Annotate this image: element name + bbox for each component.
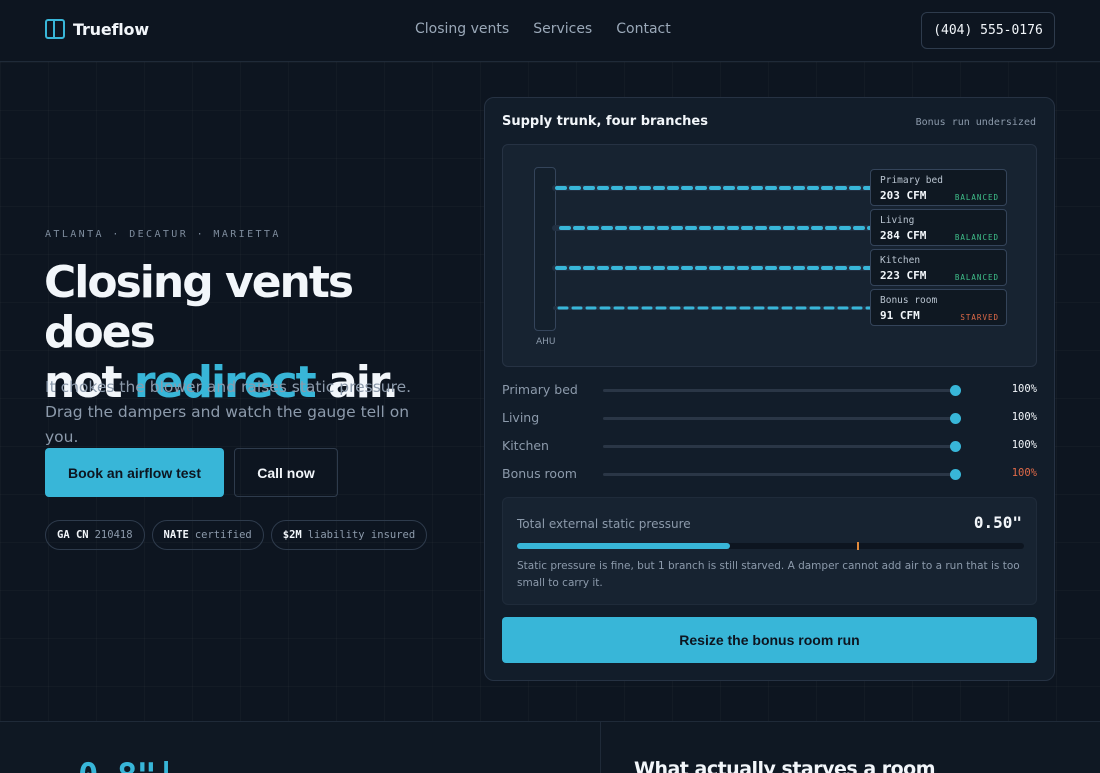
badge-nate: NATE certified (151, 520, 264, 550)
branch-cfm: 223 CFM (880, 269, 927, 282)
book-airflow-test-button[interactable]: Book an airflow test (45, 448, 224, 497)
damper-value: 100% (1011, 439, 1037, 451)
damper-value: 100% (1011, 411, 1037, 423)
panel-title: Supply trunk, four branches (502, 114, 708, 129)
slider-thumb[interactable] (950, 441, 961, 452)
damper-row-primary-bed: Primary bed 100% (502, 378, 1037, 406)
slider-thumb[interactable] (950, 385, 961, 396)
branch-card-living: Living 284 CFM BALANCED (870, 209, 1007, 246)
pressure-note: Static pressure is fine, but 1 branch is… (517, 560, 1020, 589)
branch-cfm: 91 CFM (880, 309, 920, 322)
badge-insurance: $2M liability insured (270, 520, 428, 550)
branch-name: Bonus room (880, 295, 938, 306)
branch-state: BALANCED (954, 273, 999, 282)
damper-slider-living[interactable] (603, 413, 961, 424)
next-section-preview: 0.8"| What actually starves a room (0, 721, 1100, 773)
damper-slider-bonus-room[interactable] (603, 469, 961, 480)
section-divider (600, 722, 601, 773)
badge-license: GA CN 210418 (45, 520, 145, 550)
top-nav: Trueflow Closing vents Services Contact … (0, 0, 1100, 62)
badge-insurance-value: liability insured (307, 529, 416, 541)
branch-state: BALANCED (954, 193, 999, 202)
call-now-button[interactable]: Call now (234, 448, 338, 497)
badge-nate-value: certified (194, 529, 252, 541)
credential-badges: GA CN 210418 NATE certified $2M liabilit… (45, 520, 428, 550)
damper-label: Kitchen (502, 438, 549, 453)
brand-name: Trueflow (73, 19, 149, 39)
pressure-limit-marker (856, 542, 859, 550)
branch-card-kitchen: Kitchen 223 CFM BALANCED (870, 249, 1007, 286)
branch-name: Living (880, 215, 915, 226)
branch-cfm: 284 CFM (880, 229, 927, 242)
brand-logo[interactable]: Trueflow (45, 19, 149, 39)
nav-link-services[interactable]: Services (533, 21, 592, 37)
damper-label: Bonus room (502, 466, 577, 481)
branch-card-primary-bed: Primary bed 203 CFM BALANCED (870, 169, 1007, 206)
damper-row-bonus-room: Bonus room 100% (502, 462, 1037, 490)
phone-button[interactable]: (404) 555-0176 (921, 12, 1055, 49)
damper-row-kitchen: Kitchen 100% (502, 434, 1037, 462)
section-stat: 0.8"| (78, 756, 176, 773)
nav-link-closing-vents[interactable]: Closing vents (415, 21, 509, 37)
airflow-simulator-panel: Supply trunk, four branches Bonus run un… (484, 97, 1055, 681)
damper-slider-kitchen[interactable] (603, 441, 961, 452)
pressure-label: Total external static pressure (517, 517, 691, 531)
damper-value: 100% (1011, 467, 1037, 479)
damper-value: 100% (1011, 383, 1037, 395)
duct-logo-icon (45, 19, 65, 39)
branch-state: STARVED (960, 313, 999, 322)
duct-diagram: AHU Primary bed 203 CFM BALANCED Living … (502, 144, 1037, 367)
resize-bonus-room-button[interactable]: Resize the bonus room run (502, 617, 1037, 663)
headline-line-1: Closing vents does (44, 257, 354, 358)
nav-links: Closing vents Services Contact (415, 21, 671, 37)
badge-insurance-label: $2M (282, 529, 302, 541)
damper-slider-primary-bed[interactable] (603, 385, 961, 396)
branch-name: Primary bed (880, 175, 943, 186)
static-pressure-gauge: Total external static pressure 0.50" Sta… (502, 497, 1037, 605)
branch-card-bonus-room: Bonus room 91 CFM STARVED (870, 289, 1007, 326)
section-heading: What actually starves a room (634, 758, 936, 773)
branch-state: BALANCED (954, 233, 999, 242)
pressure-bar-fill (517, 543, 730, 549)
panel-status: Bonus run undersized (915, 117, 1036, 128)
pressure-bar (517, 542, 1024, 550)
nav-link-contact[interactable]: Contact (616, 21, 670, 37)
slider-thumb[interactable] (950, 469, 961, 480)
badge-license-label: GA CN (57, 529, 89, 541)
damper-row-living: Living 100% (502, 406, 1037, 434)
badge-nate-label: NATE (163, 529, 189, 541)
damper-label: Living (502, 410, 540, 425)
damper-sliders: Primary bed 100% Living 100% Kitchen 100… (502, 378, 1037, 490)
branch-name: Kitchen (880, 255, 921, 266)
branch-cfm: 203 CFM (880, 189, 927, 202)
slider-thumb[interactable] (950, 413, 961, 424)
hero-subhead: It chokes the blower and raises static p… (45, 378, 412, 446)
badge-license-value: 210418 (94, 529, 133, 541)
pressure-value: 0.50" (973, 513, 1022, 532)
service-locations: ATLANTA · DECATUR · MARIETTA (45, 229, 281, 240)
damper-label: Primary bed (502, 382, 578, 397)
